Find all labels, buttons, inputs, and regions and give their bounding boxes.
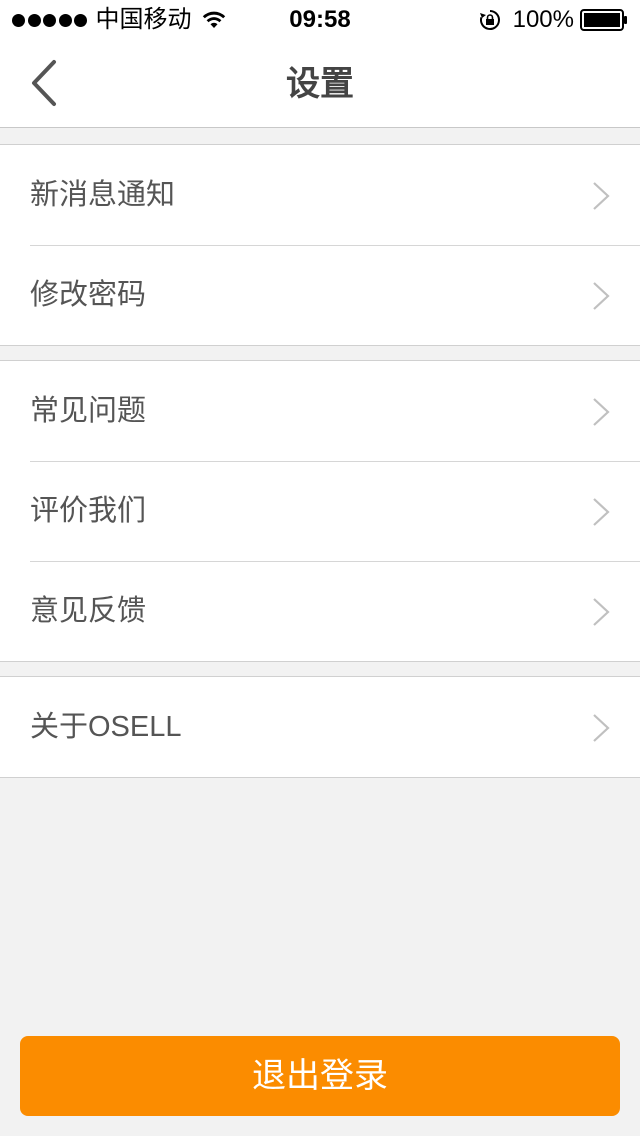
settings-row-notifications[interactable]: 新消息通知 — [0, 145, 640, 245]
row-label: 评价我们 — [30, 495, 147, 527]
battery-percent: 100% — [512, 6, 574, 33]
row-label: 常见问题 — [30, 395, 147, 427]
rotation-lock-icon — [479, 10, 500, 30]
chevron-right-icon — [593, 714, 610, 742]
chevron-right-icon — [593, 282, 610, 310]
settings-row-about[interactable]: 关于OSELL — [0, 677, 640, 777]
status-right: 100% — [479, 6, 628, 34]
row-label: 意见反馈 — [30, 595, 147, 627]
footer: 退出登录 — [0, 1016, 640, 1136]
row-label: 新消息通知 — [30, 179, 176, 211]
logout-button[interactable]: 退出登录 — [20, 1036, 620, 1116]
settings-row-rate-us[interactable]: 评价我们 — [0, 461, 640, 561]
chevron-right-icon — [593, 498, 610, 526]
settings-group-account: 新消息通知 修改密码 — [0, 144, 640, 346]
page-title: 设置 — [286, 65, 354, 103]
navigation-bar: 设置 — [0, 40, 640, 128]
settings-group-about: 关于OSELL — [0, 676, 640, 778]
battery-icon — [580, 9, 627, 31]
settings-group-support: 常见问题 评价我们 意见反馈 — [0, 360, 640, 662]
row-label: 关于OSELL — [30, 711, 182, 743]
chevron-right-icon — [593, 398, 610, 426]
chevron-right-icon — [593, 182, 610, 210]
chevron-right-icon — [593, 598, 610, 626]
settings-row-change-password[interactable]: 修改密码 — [0, 245, 640, 345]
settings-row-faq[interactable]: 常见问题 — [0, 361, 640, 461]
row-label: 修改密码 — [30, 279, 147, 311]
settings-row-feedback[interactable]: 意见反馈 — [0, 561, 640, 661]
status-bar: 中国移动 09:58 100% — [0, 0, 640, 40]
